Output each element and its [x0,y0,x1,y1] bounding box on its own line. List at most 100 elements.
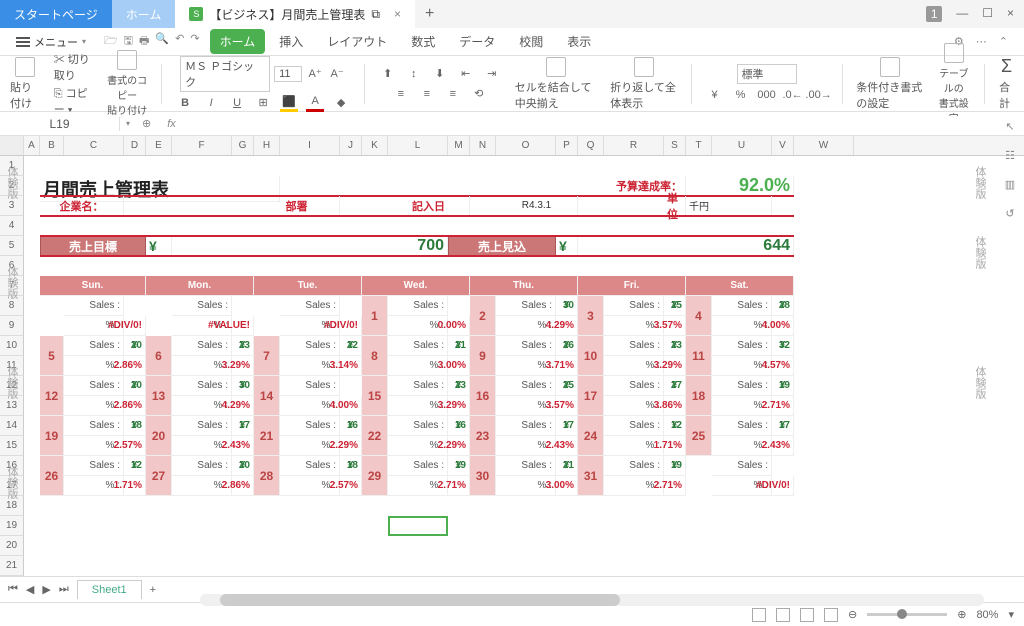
align-middle-icon[interactable]: ↕ [405,65,423,83]
namebox-drop-icon[interactable]: ▾ [120,119,136,128]
view-break-icon[interactable] [800,608,814,622]
sheet-nav-prev[interactable]: ◀ [26,583,34,596]
rail-select-icon[interactable]: ↖ [1005,120,1014,133]
badge-icon[interactable]: 1 [926,6,942,22]
tab-document[interactable]: S 【ビジネス】月間売上管理表 ⧉ × [175,0,415,28]
sigma-icon: Σ [1001,56,1012,77]
currency-icon[interactable]: ¥ [706,86,724,104]
tab-add[interactable]: + [415,5,444,23]
sheet-nav-first[interactable]: ⏮ [8,583,18,596]
underline-button[interactable]: U [228,94,246,112]
align-left-icon[interactable]: ≡ [392,85,410,103]
name-box[interactable]: L19 [0,117,120,131]
rail-style-icon[interactable]: ☷ [1005,149,1015,162]
redo-icon[interactable]: ↷ [190,32,199,51]
zoom-out-button[interactable]: ⊖ [848,608,857,621]
sheet-add-button[interactable]: + [150,584,156,596]
print-icon[interactable]: 🖶 [139,32,149,51]
save-icon[interactable]: 🖫 [124,32,133,51]
menu-button[interactable]: メニュー▾ [8,34,94,50]
ribbon-tab-formula[interactable]: 数式 [401,29,445,54]
number-format[interactable]: 標準 [737,64,797,84]
ribbon-tab-home[interactable]: ホーム [210,29,266,54]
percent-icon[interactable]: % [732,86,750,104]
tab-popout-icon[interactable]: ⧉ [371,7,380,22]
minimize-icon[interactable]: — [956,6,968,22]
border-button[interactable]: ⊞ [254,94,272,112]
decimal-inc-icon[interactable]: .0← [784,86,802,104]
scroll-thumb[interactable] [220,594,620,606]
rail-history-icon[interactable]: ↺ [1005,207,1014,220]
cond-format-icon [880,57,900,77]
close-icon[interactable]: × [394,7,401,21]
watermark-left-2: 体験版 [4,266,20,299]
view-reading-icon[interactable] [824,608,838,622]
ribbon-tab-review[interactable]: 校閲 [509,29,553,54]
decimal-dec-icon[interactable]: .00→ [810,86,828,104]
sheet-nav-next[interactable]: ▶ [42,583,50,596]
ribbon-tab-insert[interactable]: 挿入 [269,29,313,54]
indent-increase-icon[interactable]: ⇥ [483,65,501,83]
paste-button[interactable]: 貼り付け [10,57,40,111]
rail-property-icon[interactable]: ▥ [1005,178,1015,191]
decrease-font-icon[interactable]: A⁻ [328,65,346,83]
align-right-icon[interactable]: ≡ [444,85,462,103]
align-center-icon[interactable]: ≡ [418,85,436,103]
wrap-button[interactable]: 折り返して全体表示 [610,57,677,111]
view-page-icon[interactable] [776,608,790,622]
sheet-nav-last[interactable]: ⏭ [59,583,69,596]
cut-button[interactable]: ✂ 切り取り [54,51,93,83]
more-icon[interactable]: ⋯ [976,35,987,48]
cond-format-button[interactable]: 条件付き書式の設定 [856,57,923,111]
tab-home[interactable]: ホーム [112,0,176,28]
maximize-icon[interactable]: ☐ [982,6,993,22]
font-size[interactable]: 11 [274,66,302,82]
font-name[interactable]: ＭＳ Ｐゴシック [180,56,270,92]
format-painter-button[interactable]: 書式のコピー 貼り付け [107,50,148,117]
align-bottom-icon[interactable]: ⬇ [431,65,449,83]
formula-input[interactable] [186,116,1024,131]
zoom-in-button[interactable]: ⊕ [957,608,966,621]
indent-decrease-icon[interactable]: ⇤ [457,65,475,83]
ribbon-tab-data[interactable]: データ [449,29,505,54]
collapse-icon[interactable]: ⌃ [999,35,1008,48]
orientation-icon[interactable]: ⟲ [470,85,488,103]
increase-font-icon[interactable]: A⁺ [306,65,324,83]
watermark-right-1: 体験版 [972,166,988,199]
table-format-button[interactable]: テーブルの 書式設定 [937,43,970,125]
sheet-area: ABCDEFGHIJKLMNOPQRSTUVW 1234567891011121… [0,136,1024,576]
scrollbar-horizontal[interactable] [200,594,984,606]
copy-button[interactable]: ⎘ コピー ▾ [54,85,93,117]
column-headers[interactable]: ABCDEFGHIJKLMNOPQRSTUVW [0,136,1024,156]
zoom-slider[interactable] [867,613,947,616]
clear-format-button[interactable]: ◆ [332,94,350,112]
watermark-left-4: 体験版 [4,466,20,499]
align-top-icon[interactable]: ⬆ [379,65,397,83]
undo-icon[interactable]: ↶ [175,32,184,51]
zoom-menu[interactable]: ▾ [1008,608,1014,621]
table-icon [944,43,964,63]
tab-start[interactable]: スタートページ [0,0,112,28]
grid[interactable]: 月間売上管理表予算達成率：92.0%企業名：部署記入日R4.3.1単位千円売上目… [24,156,1024,576]
sheet-tab-1[interactable]: Sheet1 [77,580,142,599]
hamburger-icon [16,37,30,47]
bold-button[interactable]: B [176,94,194,112]
ribbon-tabs: メニュー▾ 🗁 🖫 🖶 🔍 ↶ ↷ ホーム 挿入 レイアウト 数式 データ 校閲… [0,28,1024,56]
fx-icon[interactable]: fx [157,118,186,130]
doc-title: 【ビジネス】月間売上管理表 [209,6,365,23]
fill-color-button[interactable]: ⬛ [280,94,298,112]
view-normal-icon[interactable] [752,608,766,622]
ribbon-tab-view[interactable]: 表示 [557,29,601,54]
sum-button[interactable]: Σ合計 [999,56,1014,111]
font-color-button[interactable]: A [306,94,324,112]
sheet-tabs: ⏮ ◀ ▶ ⏭ Sheet1 + [0,576,1024,602]
ribbon-tab-layout[interactable]: レイアウト [317,29,397,54]
italic-button[interactable]: I [202,94,220,112]
preview-icon[interactable]: 🔍 [155,32,169,51]
zoom-level[interactable]: 80% [976,609,998,621]
function-icon[interactable]: ⊕ [136,117,157,130]
merge-button[interactable]: セルを結合して中央揃え [515,57,596,111]
open-icon[interactable]: 🗁 [104,32,118,51]
window-close-icon[interactable]: × [1007,6,1014,22]
comma-icon[interactable]: 000 [758,86,776,104]
